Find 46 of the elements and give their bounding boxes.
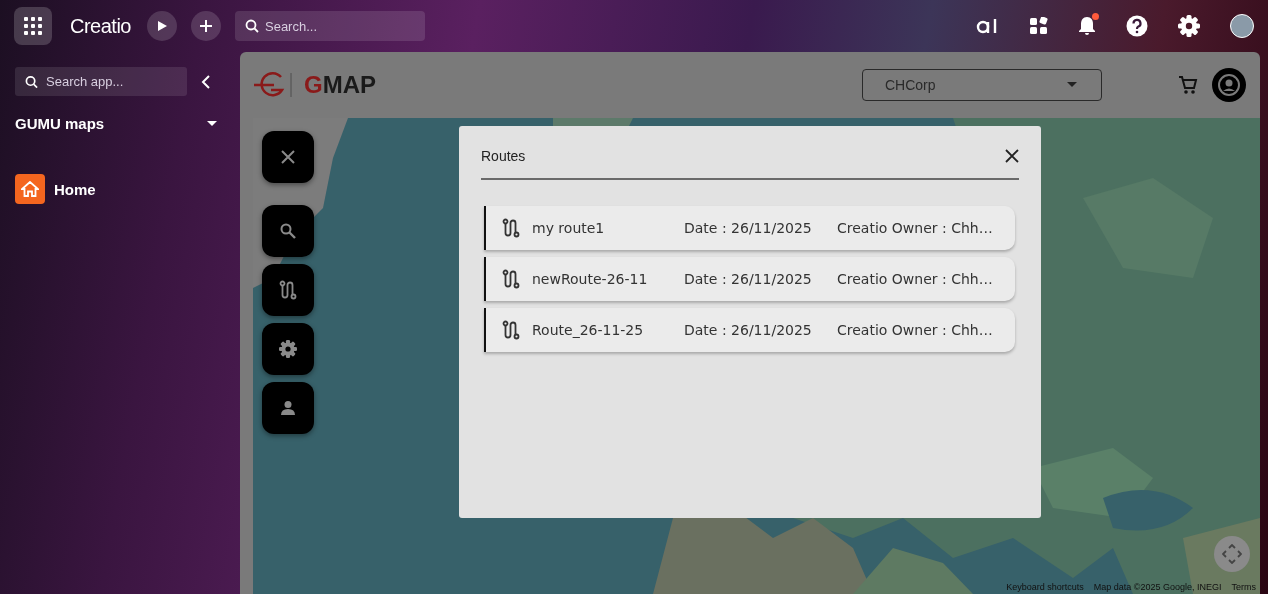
run-button[interactable] bbox=[147, 11, 177, 41]
user-icon bbox=[1218, 74, 1240, 96]
route-icon bbox=[502, 320, 520, 340]
route-icon bbox=[279, 280, 297, 300]
house-icon bbox=[15, 174, 45, 204]
settings-button[interactable] bbox=[262, 323, 314, 375]
search-button[interactable] bbox=[262, 205, 314, 257]
chevron-left-icon bbox=[201, 73, 211, 90]
settings-icon[interactable] bbox=[1178, 15, 1200, 37]
add-button[interactable] bbox=[191, 11, 221, 41]
map-footer-link[interactable]: Terms bbox=[1231, 582, 1256, 592]
arrows-icon bbox=[1222, 544, 1242, 564]
dialog-title: Routes bbox=[481, 148, 526, 164]
brand-logo: Creatio bbox=[70, 14, 131, 38]
cart-icon[interactable] bbox=[1178, 75, 1198, 95]
person-button[interactable] bbox=[262, 382, 314, 434]
close-button[interactable] bbox=[1005, 149, 1019, 163]
user-avatar[interactable] bbox=[1230, 14, 1254, 38]
gmap-logo-icon bbox=[254, 70, 292, 100]
collapse-button[interactable] bbox=[201, 73, 211, 90]
widgets-icon[interactable] bbox=[1030, 17, 1048, 35]
route-item[interactable]: newRoute-26-11 Date : 26/11/2025 Creatio Owner : Chh… bbox=[484, 257, 1015, 301]
caret-icon bbox=[1067, 82, 1077, 88]
plus-icon bbox=[199, 19, 213, 33]
close-icon bbox=[1005, 149, 1019, 163]
route-item[interactable]: Route_26-11-25 Date : 26/11/2025 Creatio Owner : Chh… bbox=[484, 308, 1015, 352]
search-icon bbox=[280, 223, 296, 239]
person-icon bbox=[280, 400, 296, 416]
search-icon bbox=[25, 75, 38, 88]
sidebar-item[interactable]: Home bbox=[15, 171, 225, 207]
caret-icon bbox=[207, 120, 217, 127]
grid-icon bbox=[23, 16, 43, 36]
route-item[interactable]: my route1 Date : 26/11/2025 Creatio Owner : Chh… bbox=[484, 206, 1015, 250]
route-icon bbox=[502, 269, 520, 289]
route-icon bbox=[502, 218, 520, 238]
app-menu-button[interactable] bbox=[14, 7, 52, 45]
close-icon bbox=[281, 150, 295, 164]
app-logo-text: GMAP bbox=[304, 71, 376, 99]
routes-button[interactable] bbox=[262, 264, 314, 316]
help-icon[interactable] bbox=[1126, 15, 1148, 37]
play-icon bbox=[156, 20, 168, 32]
settings-icon bbox=[279, 340, 297, 358]
account-button[interactable] bbox=[1212, 68, 1246, 102]
notification-bell-icon[interactable] bbox=[1078, 16, 1096, 36]
workplace-dropdown[interactable]: GUMU maps bbox=[15, 114, 225, 133]
search-icon bbox=[245, 19, 259, 33]
